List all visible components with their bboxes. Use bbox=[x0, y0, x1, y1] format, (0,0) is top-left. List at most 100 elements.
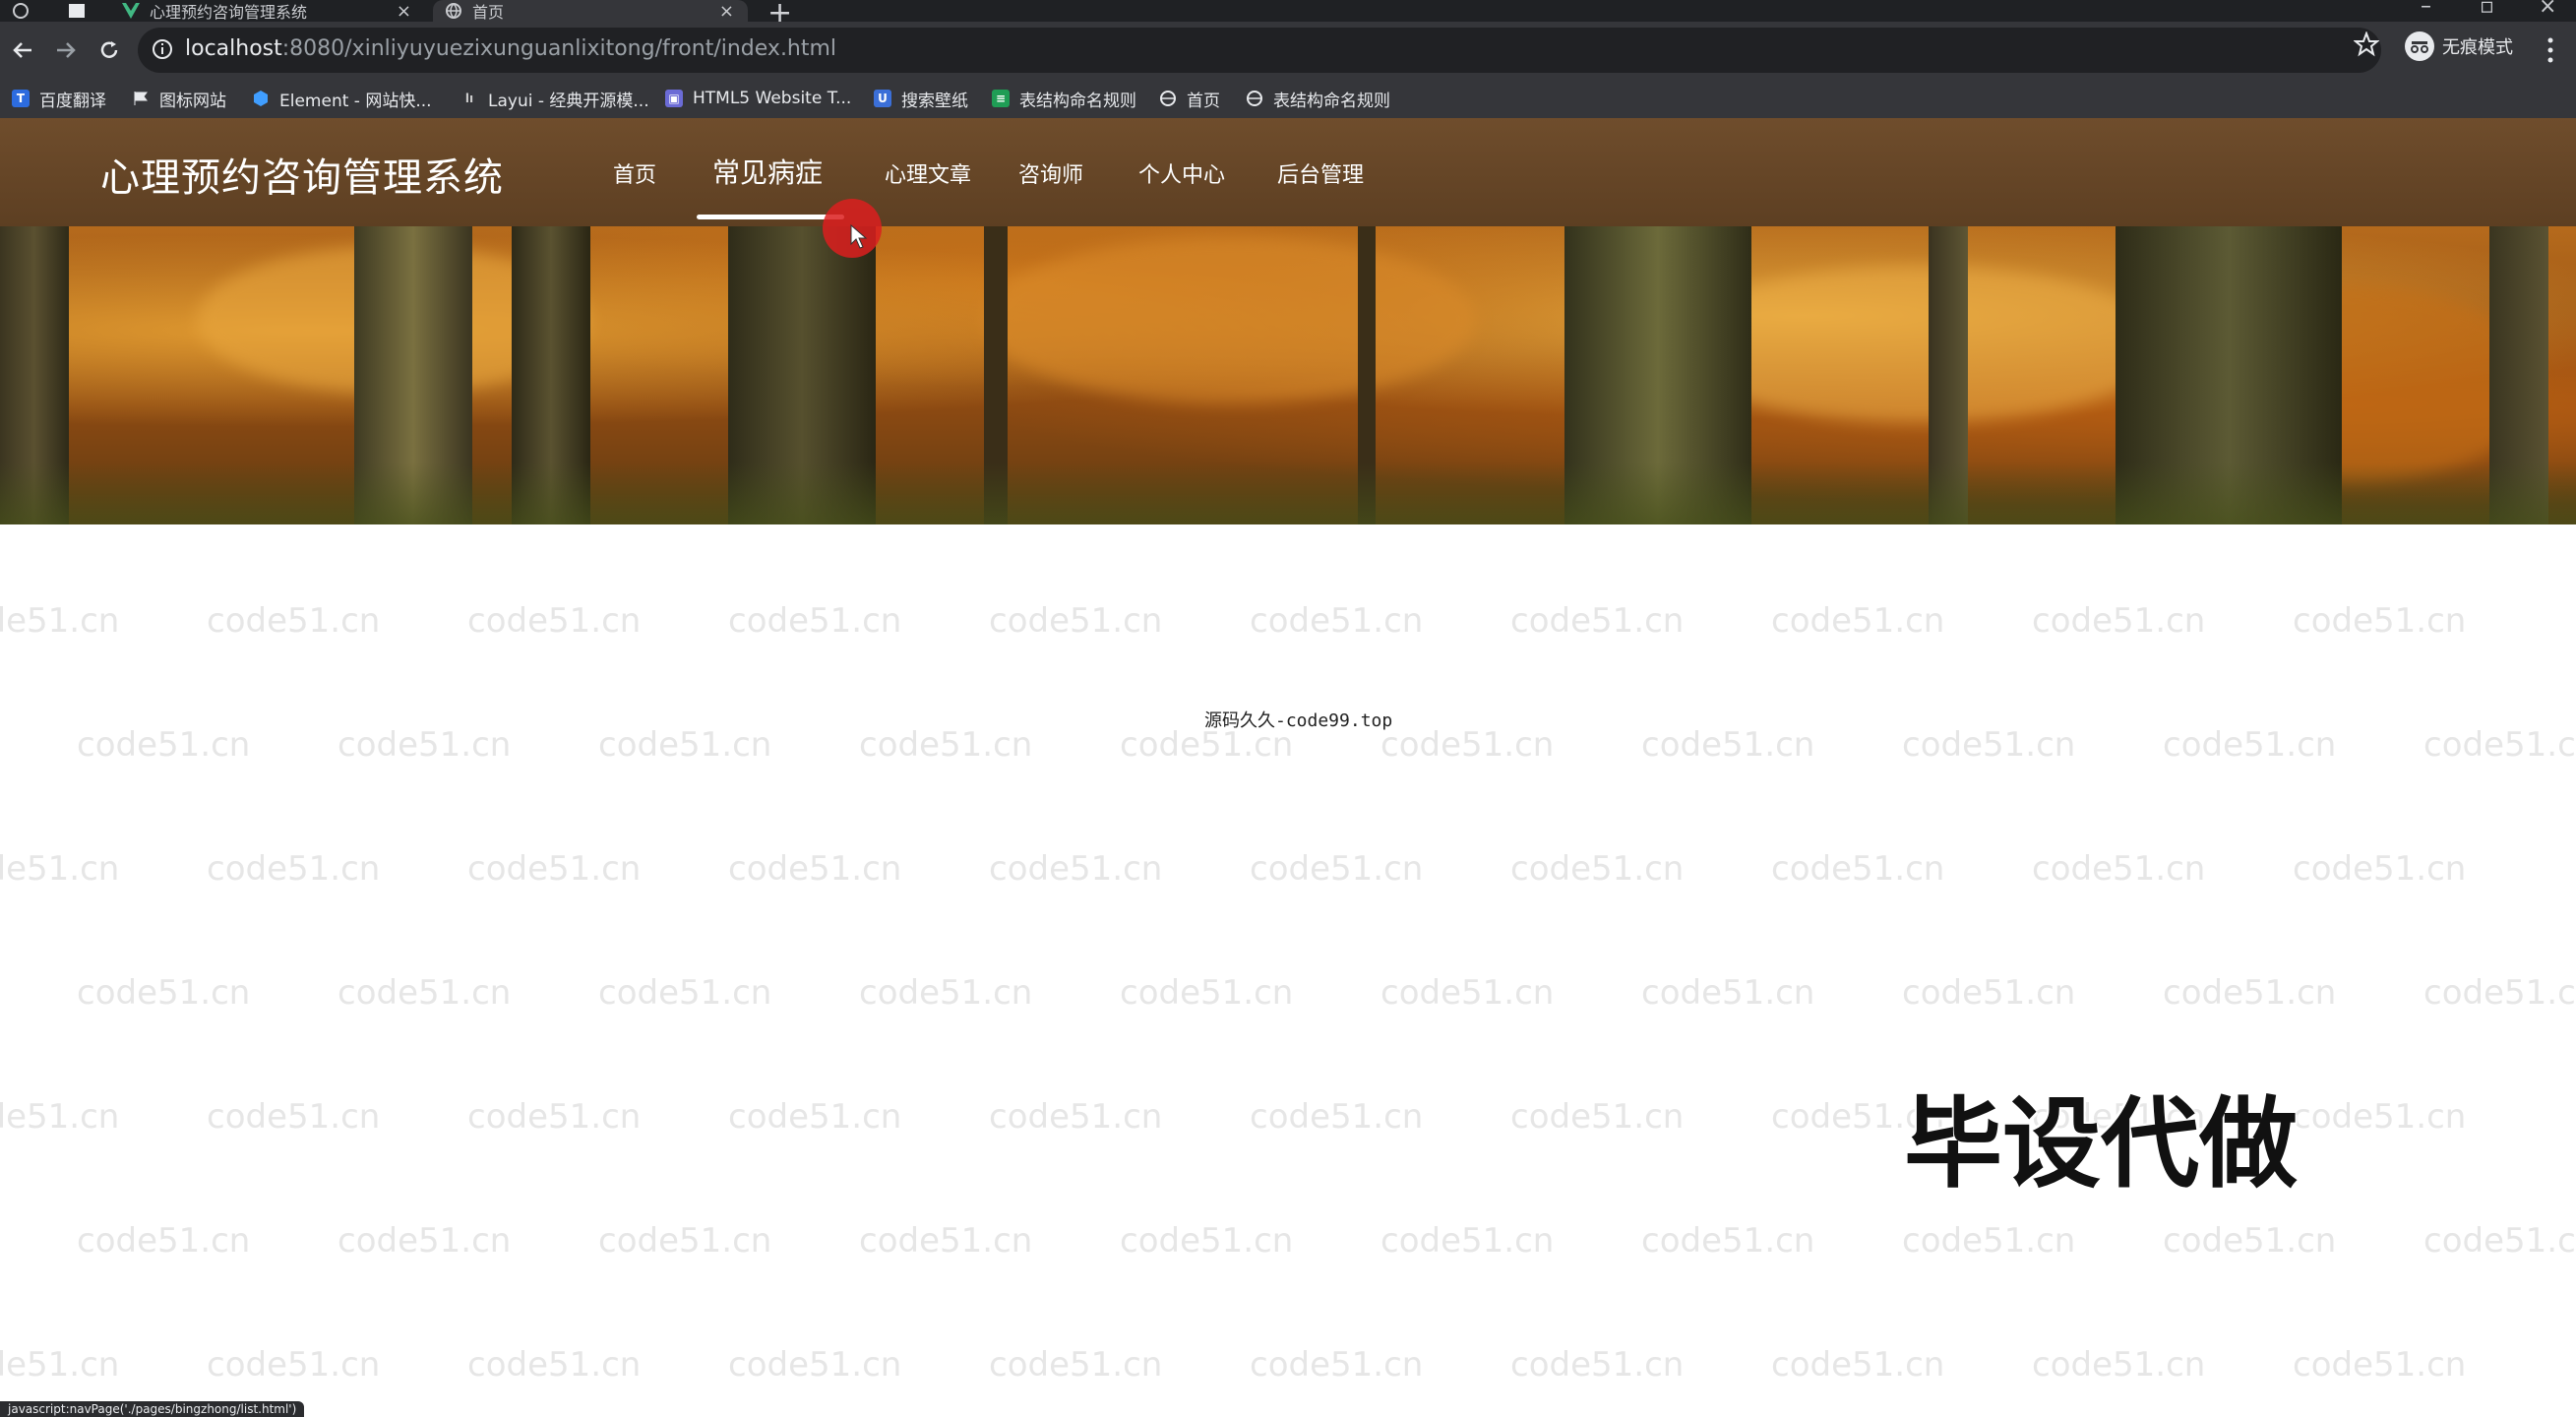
watermark-text: code51.cn bbox=[2293, 1345, 2467, 1385]
close-tab-icon[interactable]: × bbox=[383, 1, 425, 22]
watermark-text: code51.cn bbox=[1250, 849, 1424, 889]
mouse-cursor-highlight bbox=[823, 199, 882, 258]
more-options-icon[interactable] bbox=[2546, 35, 2554, 65]
watermark-text: code51.cn bbox=[1250, 1345, 1424, 1385]
incognito-icon bbox=[2405, 31, 2434, 61]
html5-icon: ▣ bbox=[665, 90, 683, 107]
watermark-text: code51.cn bbox=[2163, 1221, 2337, 1261]
info-icon[interactable] bbox=[152, 38, 173, 60]
watermark-text: code51.cn bbox=[2293, 849, 2467, 889]
watermark-text: code51.cn bbox=[1380, 1221, 1555, 1261]
bookmark-item[interactable]: 首页 bbox=[1159, 87, 1220, 111]
watermark-text: code51.cn bbox=[2032, 849, 2206, 889]
bookmark-item[interactable]: ▣ HTML5 Website T... bbox=[665, 87, 851, 110]
browser-tab-strip: 心理预约咨询管理系统 × 首页 × + – ▫ × bbox=[0, 0, 2576, 22]
link-status-tooltip: javascript:navPage('./pages/bingzhong/li… bbox=[0, 1401, 305, 1417]
tab-label: 首页 bbox=[472, 3, 505, 22]
watermark-text: code51.cn bbox=[1641, 973, 1815, 1013]
close-window-icon[interactable]: × bbox=[2539, 0, 2556, 19]
watermark-text: code51.cn bbox=[2423, 1221, 2576, 1261]
address-bar[interactable]: localhost:8080/xinliyuyuezixunguanlixito… bbox=[138, 28, 2381, 73]
watermark-text: code51.cn bbox=[728, 849, 902, 889]
watermark-text: code51.cn bbox=[1510, 601, 1685, 641]
nav-admin-backend[interactable]: 后台管理 bbox=[1277, 157, 1364, 189]
watermark-text: code51.cn bbox=[207, 1345, 381, 1385]
close-tab-icon[interactable]: × bbox=[705, 1, 748, 22]
watermark-text: code51.cn bbox=[989, 601, 1163, 641]
watermark-text: code51.cn bbox=[598, 725, 772, 765]
watermark-text: code51.cn bbox=[77, 1221, 251, 1261]
incognito-indicator[interactable]: 无痕模式 bbox=[2405, 31, 2513, 61]
globe-icon bbox=[1159, 90, 1177, 107]
watermark-text: code51.cn bbox=[2423, 973, 2576, 1013]
nav-common-symptoms[interactable]: 常见病症 bbox=[712, 152, 823, 191]
watermark-text: code51.cn bbox=[207, 1097, 381, 1137]
bookmark-item[interactable]: lı Layui - 经典开源模... bbox=[460, 87, 649, 111]
watermark-text: code51.cn bbox=[859, 725, 1033, 765]
nav-home[interactable]: 首页 bbox=[613, 157, 656, 189]
forward-button[interactable] bbox=[49, 33, 83, 67]
watermark-text: code51.cn bbox=[2293, 601, 2467, 641]
url-text: localhost:8080/xinliyuyuezixunguanlixito… bbox=[185, 36, 837, 61]
watermark-text: code51.cn bbox=[1510, 1097, 1685, 1137]
new-tab-button[interactable]: + bbox=[767, 0, 792, 22]
watermark-text: code51.cn bbox=[859, 973, 1033, 1013]
bookmark-item[interactable]: Element - 网站快... bbox=[252, 87, 432, 111]
back-button[interactable] bbox=[6, 33, 39, 67]
bookmark-item[interactable]: ≡ 表结构命名规则 bbox=[992, 87, 1136, 111]
sheet-icon: ≡ bbox=[992, 90, 1010, 107]
watermark-text: code51.cn bbox=[0, 1345, 120, 1385]
forest-banner-image bbox=[0, 226, 2576, 524]
watermark-text: code51.cn bbox=[598, 973, 772, 1013]
bookmark-item[interactable]: 表结构命名规则 bbox=[1246, 87, 1390, 111]
browser-menu-icon[interactable] bbox=[0, 0, 39, 22]
element-icon bbox=[252, 90, 270, 107]
arrow-right-icon bbox=[57, 42, 76, 58]
promo-overlay-text: 毕设代做 bbox=[1904, 1086, 2298, 1201]
watermark-text: code51.cn bbox=[989, 849, 1163, 889]
minimize-icon[interactable]: – bbox=[2421, 0, 2431, 19]
watermark-text: code51.cn bbox=[1641, 725, 1815, 765]
watermark-text: code51.cn bbox=[1120, 1221, 1294, 1261]
bookmark-item[interactable]: T 百度翻译 bbox=[12, 87, 106, 111]
reload-icon bbox=[100, 41, 118, 58]
source-note: 源码久久-code99.top bbox=[1204, 710, 1393, 731]
site-title[interactable]: 心理预约咨询管理系统 bbox=[100, 146, 504, 203]
watermark-text: code51.cn bbox=[0, 1097, 120, 1137]
watermark-text: code51.cn bbox=[467, 849, 642, 889]
arrow-left-icon bbox=[13, 42, 31, 58]
bookmark-item[interactable]: U 搜索壁纸 bbox=[874, 87, 968, 111]
watermark-text: code51.cn bbox=[1120, 973, 1294, 1013]
flag-icon bbox=[132, 90, 150, 107]
watermark-text: code51.cn bbox=[1771, 1345, 1945, 1385]
watermark-text: code51.cn bbox=[1380, 973, 1555, 1013]
watermark-text: code51.cn bbox=[1771, 601, 1945, 641]
tab-home[interactable]: 首页 × bbox=[433, 0, 748, 22]
watermark-text: code51.cn bbox=[337, 973, 512, 1013]
watermark-text: code51.cn bbox=[1902, 1221, 2076, 1261]
watermark-text: code51.cn bbox=[1380, 725, 1555, 765]
bookmark-star-icon[interactable] bbox=[2354, 31, 2379, 57]
watermark-text: code51.cn bbox=[1641, 1221, 1815, 1261]
layui-icon: lı bbox=[464, 92, 474, 105]
nav-personal-center[interactable]: 个人中心 bbox=[1138, 157, 1225, 189]
watermark-text: code51.cn bbox=[2293, 1097, 2467, 1137]
bookmark-item[interactable]: 图标网站 bbox=[132, 87, 226, 111]
watermark-text: code51.cn bbox=[77, 725, 251, 765]
watermark-text: code51.cn bbox=[1250, 1097, 1424, 1137]
watermark-text: code51.cn bbox=[989, 1097, 1163, 1137]
watermark-text: code51.cn bbox=[1902, 725, 2076, 765]
watermark-text: code51.cn bbox=[337, 1221, 512, 1261]
watermark-text: code51.cn bbox=[0, 601, 120, 641]
pointer-icon bbox=[850, 224, 868, 249]
globe-icon bbox=[1246, 90, 1263, 107]
watermark-text: code51.cn bbox=[989, 1345, 1163, 1385]
nav-psychology-articles[interactable]: 心理文章 bbox=[885, 157, 971, 189]
site-header: 心理预约咨询管理系统 首页 常见病症 心理文章 咨询师 个人中心 后台管理 bbox=[0, 118, 2576, 226]
tab-admin[interactable]: 心理预约咨询管理系统 × bbox=[110, 0, 425, 22]
nav-counselors[interactable]: 咨询师 bbox=[1018, 157, 1083, 189]
watermark-text: code51.cn bbox=[728, 1345, 902, 1385]
watermark-text: code51.cn bbox=[1771, 849, 1945, 889]
reload-button[interactable] bbox=[92, 33, 126, 67]
maximize-icon[interactable]: ▫ bbox=[2480, 0, 2494, 19]
